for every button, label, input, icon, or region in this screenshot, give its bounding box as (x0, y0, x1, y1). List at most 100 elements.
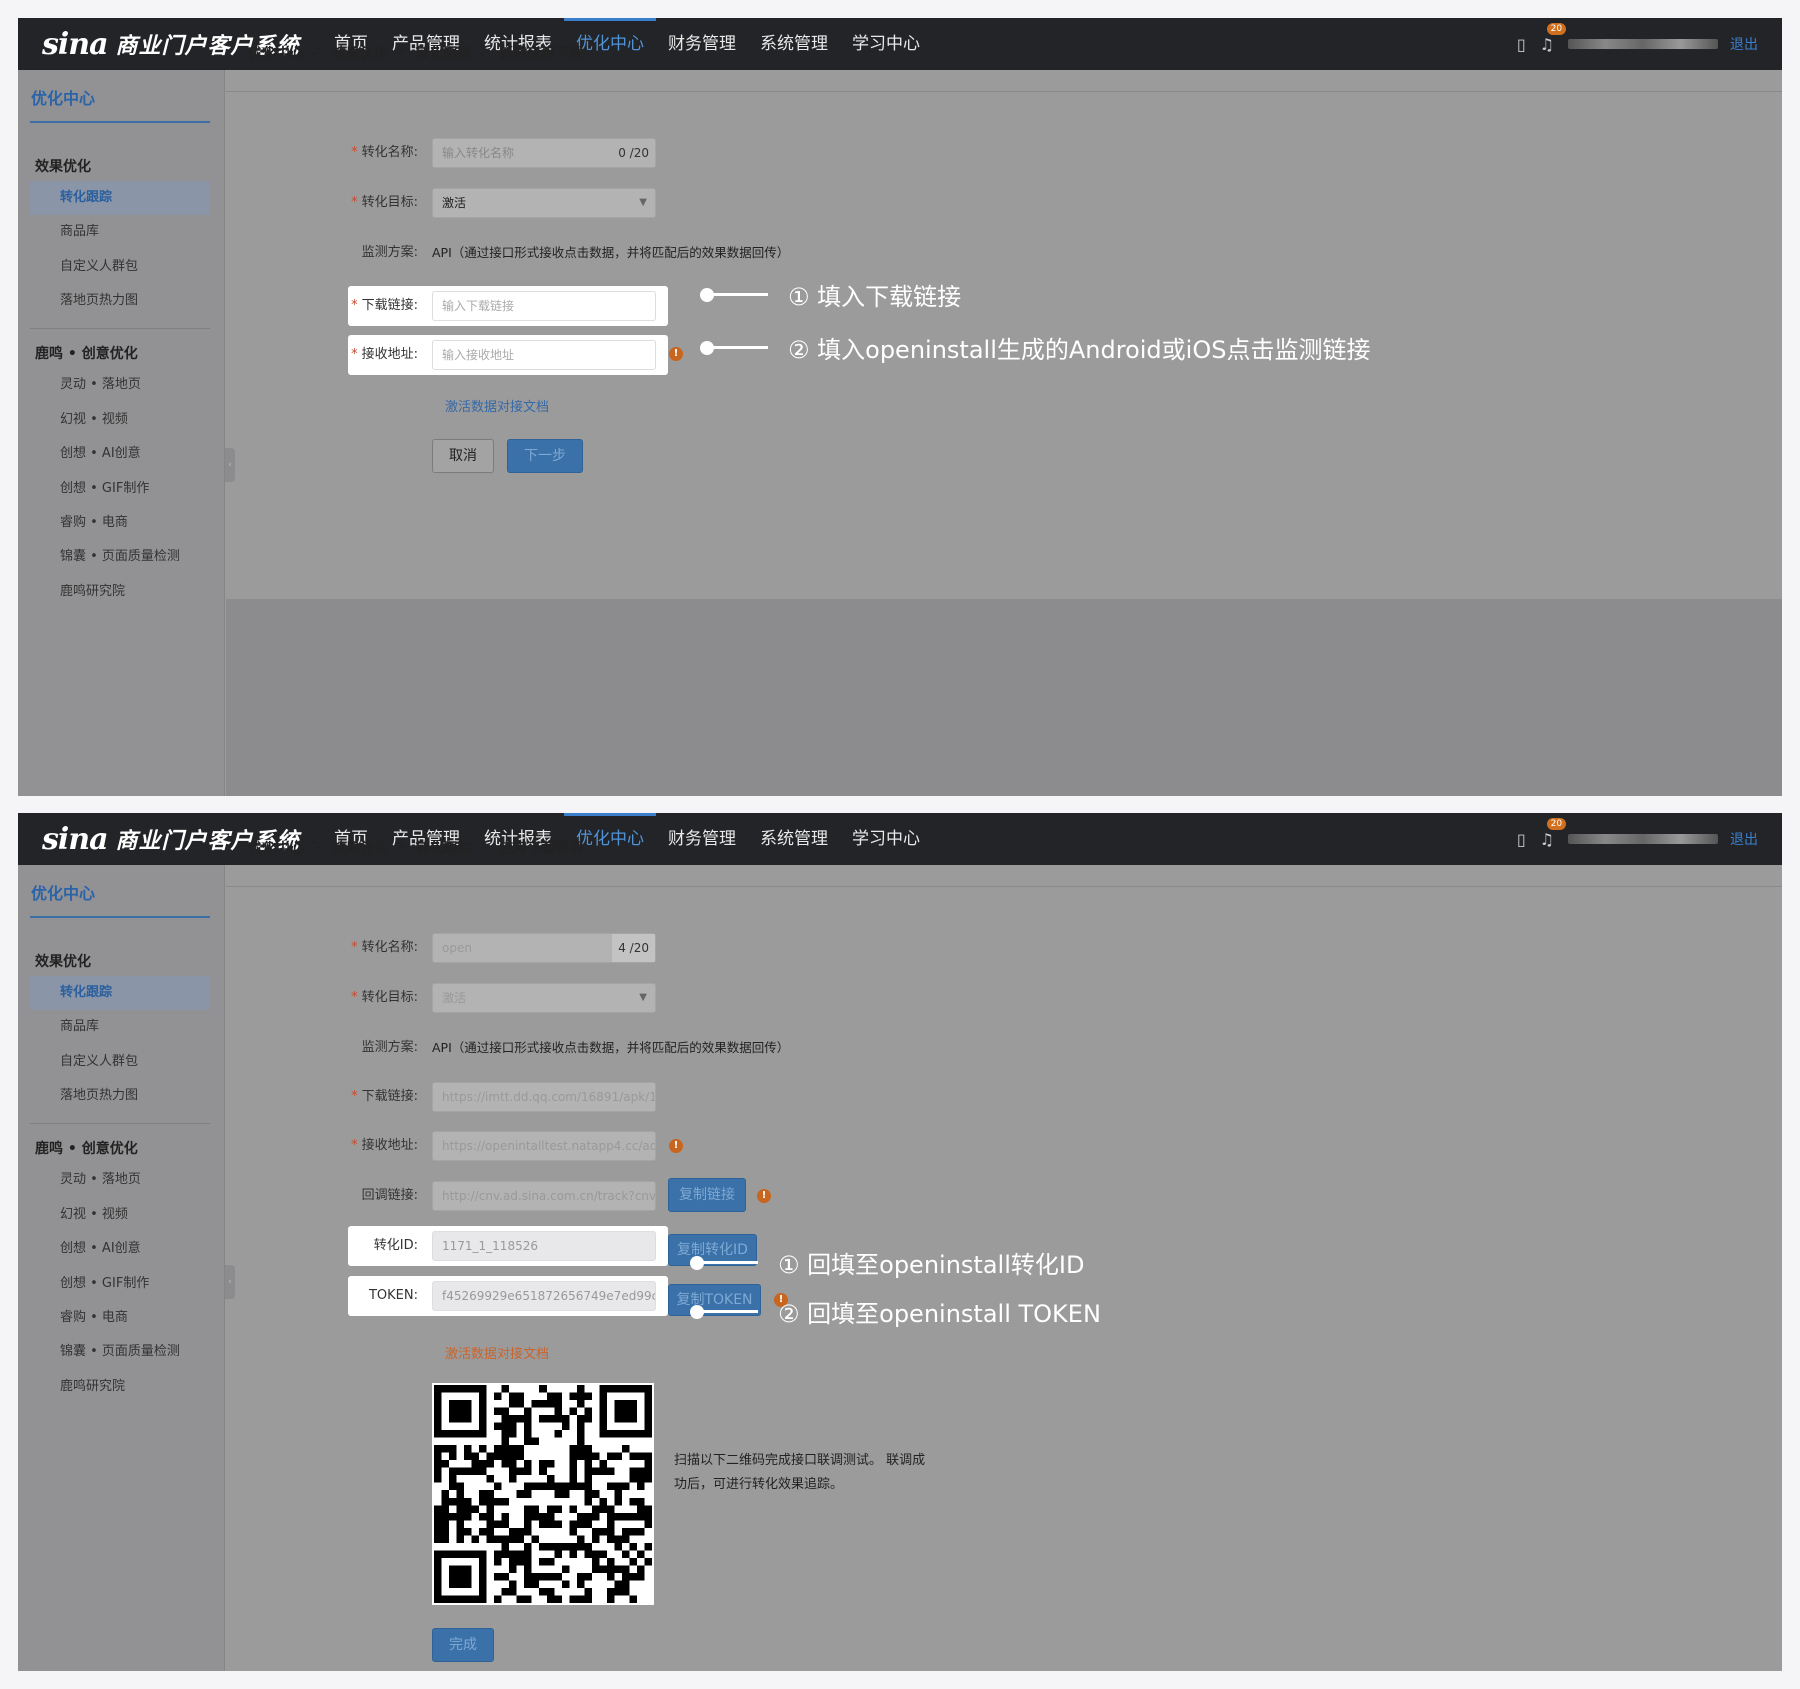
qr-module (629, 1572, 637, 1581)
tablet-icon[interactable]: ▯ (1517, 830, 1526, 849)
qr-module (524, 1595, 532, 1603)
nav-learning[interactable]: 学习中心 (840, 813, 932, 865)
qr-module (494, 1407, 502, 1416)
sidebar-item-video[interactable]: 幻视 • 视频 (30, 403, 210, 437)
sidebar-item-page-quality[interactable]: 锦囊 • 页面质量检测 (30, 1335, 210, 1369)
qr-module (569, 1407, 577, 1416)
sidebar-item-heatmap[interactable]: 落地页热力图 (30, 284, 210, 318)
logout-link[interactable]: 退出 (1730, 829, 1758, 849)
receive-address-input[interactable]: https://openintalltest.natapp4.cc/ad/cli… (432, 1131, 656, 1161)
qr-module (546, 1415, 555, 1423)
qr-module (524, 1430, 532, 1438)
nav-system[interactable]: 系统管理 (748, 813, 840, 865)
nav-learning[interactable]: 学习中心 (840, 18, 932, 70)
token-input[interactable]: f45269929e651872656749e7ed99ccf2 (432, 1281, 656, 1311)
receive-address-input[interactable]: 输入接收地址 (432, 340, 656, 370)
annotation-line (702, 1261, 758, 1264)
qr-module (614, 1542, 622, 1551)
qr-module (546, 1595, 555, 1603)
bell-icon[interactable]: ♫ 20 (1540, 817, 1567, 849)
qr-module (614, 1565, 622, 1573)
sidebar-item-landing-page[interactable]: 灵动 • 落地页 (30, 1163, 210, 1197)
sidebar-item-ecommerce[interactable]: 睿购 • 电商 (30, 506, 210, 540)
warning-icon[interactable]: ! (757, 1189, 771, 1203)
qr-module (494, 1445, 502, 1453)
qr-module (486, 1527, 495, 1536)
sidebar-item-conversion-tracking[interactable]: 转化跟踪 (30, 976, 210, 1010)
nav-finance[interactable]: 财务管理 (656, 813, 748, 865)
nav-system[interactable]: 系统管理 (748, 18, 840, 70)
qr-module (576, 1422, 585, 1431)
sidebar-item-conversion-tracking[interactable]: 转化跟踪 (30, 181, 210, 215)
qr-module (524, 1437, 532, 1446)
sidebar-item-ecommerce[interactable]: 睿购 • 电商 (30, 1301, 210, 1335)
qr-module (516, 1452, 525, 1461)
doc-link[interactable]: 激活数据对接文档 (445, 1343, 549, 1362)
sidebar-item-page-quality[interactable]: 锦囊 • 页面质量检测 (30, 540, 210, 574)
qr-module (576, 1385, 585, 1393)
name-placeholder: 输入转化名称 (442, 146, 515, 160)
sidebar-item-ai-creative[interactable]: 创想 • AI创意 (30, 437, 210, 471)
qr-module (471, 1467, 480, 1476)
sidebar: 优化中心 效果优化 转化跟踪 商品库 自定义人群包 落地页热力图 鹿鸣 • 创意… (18, 865, 225, 1671)
qr-module (464, 1467, 472, 1476)
logout-link[interactable]: 退出 (1730, 34, 1758, 54)
nav-finance[interactable]: 财务管理 (656, 18, 748, 70)
download-link-input[interactable]: https://imtt.dd.qq.com/16891/apk/16C/ (432, 1082, 656, 1112)
qr-module (569, 1460, 577, 1468)
doc-link[interactable]: 激活数据对接文档 (445, 396, 549, 415)
qr-module (441, 1497, 450, 1506)
sidebar-item-gif[interactable]: 创想 • GIF制作 (30, 1267, 210, 1301)
sidebar-item-heatmap[interactable]: 落地页热力图 (30, 1079, 210, 1113)
sidebar-item-ai-creative[interactable]: 创想 • AI创意 (30, 1232, 210, 1266)
next-button[interactable]: 下一步 (507, 439, 583, 473)
blurred-username (1568, 39, 1718, 49)
sidebar-item-research[interactable]: 鹿鸣研究院 (30, 575, 210, 609)
qr-module (561, 1542, 570, 1551)
qr-module (494, 1452, 502, 1461)
sidebar-item-product-library[interactable]: 商品库 (30, 215, 210, 249)
qr-module (509, 1415, 517, 1423)
breadcrumb-item[interactable]: 转化跟踪 (415, 43, 471, 63)
qr-module (606, 1452, 615, 1461)
callback-link-input[interactable]: http://cnv.ad.sina.com.cn/track?cnv_id (432, 1181, 656, 1211)
breadcrumb-item[interactable]: 优化中心 (248, 43, 304, 63)
download-link-input[interactable]: 输入下载链接 (432, 291, 656, 321)
conversion-name-input[interactable]: 输入转化名称 0 /20 (432, 138, 656, 168)
sidebar-item-landing-page[interactable]: 灵动 • 落地页 (30, 368, 210, 402)
sidebar-item-custom-audience[interactable]: 自定义人群包 (30, 1045, 210, 1079)
breadcrumb-item[interactable]: 转化跟踪 (415, 838, 471, 858)
conversion-goal-select[interactable]: 激活 ▼ (432, 983, 656, 1013)
sidebar-item-gif[interactable]: 创想 • GIF制作 (30, 472, 210, 506)
sidebar-collapse-handle[interactable]: ‹ (225, 448, 235, 482)
breadcrumb-item[interactable]: 优化中心 (248, 838, 304, 858)
copy-link-button[interactable]: 复制链接 (668, 1178, 746, 1212)
breadcrumb-item[interactable]: 效果优化 (332, 838, 388, 858)
conversion-goal-select[interactable]: 激活 ▼ (432, 188, 656, 218)
qr-module (576, 1445, 585, 1453)
conversion-id-input[interactable]: 1171_1_118526 (432, 1231, 656, 1261)
qr-module (584, 1497, 592, 1506)
qr-module (539, 1512, 547, 1521)
cancel-button[interactable]: 取消 (432, 439, 494, 473)
sidebar-item-custom-audience[interactable]: 自定义人群包 (30, 250, 210, 284)
sidebar-collapse-handle[interactable]: ‹ (225, 1265, 235, 1299)
qr-module (621, 1580, 630, 1588)
conversion-name-input[interactable]: open 4 /20 (432, 933, 656, 963)
name-value: open (442, 941, 472, 955)
bell-icon[interactable]: ♫ 20 (1540, 22, 1567, 54)
sidebar-item-product-library[interactable]: 商品库 (30, 1010, 210, 1044)
qr-module (486, 1475, 495, 1483)
qr-module (441, 1505, 450, 1513)
warning-icon[interactable]: ! (669, 1139, 683, 1153)
qr-module (591, 1535, 600, 1543)
qr-module (546, 1572, 555, 1581)
qr-module (546, 1512, 555, 1521)
qr-module (576, 1595, 585, 1603)
tablet-icon[interactable]: ▯ (1517, 35, 1526, 54)
sidebar-item-video[interactable]: 幻视 • 视频 (30, 1198, 210, 1232)
done-button[interactable]: 完成 (432, 1628, 494, 1662)
warning-icon[interactable]: ! (669, 347, 683, 361)
breadcrumb-item[interactable]: 效果优化 (332, 43, 388, 63)
sidebar-item-research[interactable]: 鹿鸣研究院 (30, 1370, 210, 1404)
